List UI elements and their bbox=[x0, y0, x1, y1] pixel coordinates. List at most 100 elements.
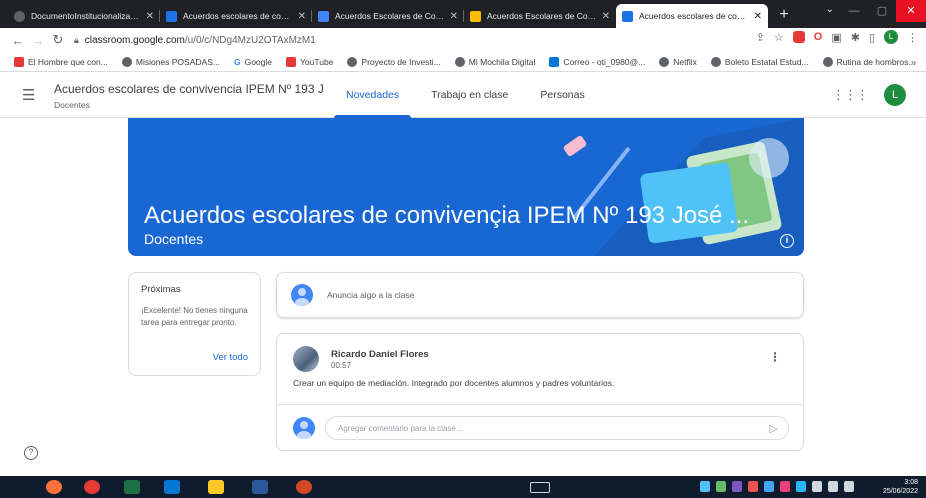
globe-icon bbox=[121, 56, 132, 67]
tab-personas[interactable]: Personas bbox=[524, 72, 600, 118]
tab-close-icon[interactable]: ✕ bbox=[146, 11, 154, 22]
volume-icon[interactable] bbox=[844, 481, 854, 492]
bookmark-item[interactable]: YouTube bbox=[286, 56, 333, 67]
tab-close-icon[interactable]: ✕ bbox=[754, 11, 762, 22]
tab-close-icon[interactable]: ✕ bbox=[450, 11, 458, 22]
bookmark-label: Mi Mochila Digital bbox=[468, 56, 536, 67]
help-icon[interactable]: ? bbox=[24, 446, 38, 460]
screen-capture-icon[interactable]: ▣ bbox=[831, 31, 841, 44]
browser-tab-active[interactable]: Acuerdos escolares de convive ✕ bbox=[616, 4, 768, 28]
drive-favicon-icon bbox=[470, 10, 481, 22]
upcoming-card: Próximas ¡Excelente! No tienes ninguna t… bbox=[128, 272, 261, 376]
reload-icon[interactable]: ↻ bbox=[48, 32, 68, 48]
forward-icon[interactable]: → bbox=[28, 33, 48, 48]
network-icon[interactable] bbox=[828, 481, 838, 492]
new-tab-icon[interactable]: + bbox=[772, 4, 796, 28]
tray-app-icon[interactable] bbox=[716, 481, 726, 492]
powerpoint-icon[interactable] bbox=[296, 480, 312, 494]
bookmark-item[interactable]: Netflix bbox=[659, 56, 697, 67]
sidepanel-icon[interactable]: ▯ bbox=[869, 31, 875, 44]
bookmark-item[interactable]: Proyecto de Investi... bbox=[347, 56, 441, 67]
maximize-icon[interactable]: ▢ bbox=[868, 0, 896, 22]
share-icon[interactable]: ⇪ bbox=[756, 31, 765, 44]
excel-icon[interactable] bbox=[124, 480, 140, 494]
info-icon[interactable]: i bbox=[780, 234, 794, 248]
bookmark-item[interactable]: Boleto Estatal Estud... bbox=[710, 56, 809, 67]
tray-app-icon[interactable] bbox=[748, 481, 758, 492]
bookmark-item[interactable]: Correo - oti_0980@... bbox=[549, 56, 645, 67]
tab-trabajo-en-clase[interactable]: Trabajo en clase bbox=[415, 72, 524, 118]
course-section: Docentes bbox=[54, 100, 90, 110]
wifi-icon[interactable] bbox=[812, 481, 822, 492]
profile-avatar[interactable]: L bbox=[884, 30, 898, 44]
globe-icon bbox=[347, 56, 358, 67]
bookmark-item[interactable]: Rutina de hombros... bbox=[822, 56, 915, 67]
announce-box[interactable]: Anuncia algo a la clase bbox=[276, 272, 804, 318]
user-avatar-icon bbox=[293, 417, 315, 439]
clock-time: 3:08 bbox=[904, 479, 918, 486]
bookmark-item[interactable]: G Google bbox=[234, 57, 272, 67]
classroom-favicon-icon bbox=[622, 10, 633, 22]
puzzle-icon[interactable]: ✱ bbox=[851, 31, 860, 44]
tray-app-icon[interactable] bbox=[796, 481, 806, 492]
browser-tab[interactable]: Acuerdos Escolares de Conviv ✕ bbox=[312, 4, 464, 28]
tab-novedades[interactable]: Novedades bbox=[330, 72, 415, 118]
outlook-icon[interactable] bbox=[164, 480, 180, 494]
upcoming-text: ¡Excelente! No tienes ninguna tarea para… bbox=[141, 306, 248, 327]
bookmark-label: Google bbox=[244, 56, 272, 67]
browser-tab[interactable]: Acuerdos escolares de convive ✕ bbox=[160, 4, 312, 28]
banner-illustration bbox=[563, 118, 804, 256]
opera-icon[interactable] bbox=[84, 480, 100, 494]
bookmark-label: Proyecto de Investi... bbox=[361, 56, 441, 67]
tray-app-icon[interactable] bbox=[732, 481, 742, 492]
window-close-icon[interactable]: ✕ bbox=[896, 0, 926, 22]
touch-keyboard-icon[interactable] bbox=[530, 482, 550, 493]
banner-subtitle: Docentes bbox=[144, 231, 204, 247]
course-title[interactable]: Acuerdos escolares de convivencia IPEM N… bbox=[54, 82, 324, 96]
bookmark-item[interactable]: Mi Mochila Digital bbox=[454, 56, 536, 67]
tab-close-icon[interactable]: ✕ bbox=[602, 11, 610, 22]
classroom-nav-tabs: Novedades Trabajo en clase Personas bbox=[330, 72, 601, 118]
send-icon[interactable]: ▷ bbox=[770, 422, 778, 435]
url-path: /u/0/c/NDg4MzU2OTAxMzM1 bbox=[184, 34, 316, 46]
globe-icon bbox=[659, 56, 670, 67]
bookmark-label: Misiones POSADAS... bbox=[135, 56, 220, 67]
firefox-icon[interactable] bbox=[46, 480, 62, 494]
browser-tab[interactable]: Acuerdos Escolares de Convive ✕ bbox=[464, 4, 616, 28]
tab-title: Acuerdos Escolares de Conviv bbox=[335, 11, 446, 21]
address-bar-row: ← → ↻ 🔒︎ classroom.google.com/u/0/c/NDg4… bbox=[0, 28, 926, 52]
file-explorer-icon[interactable] bbox=[208, 480, 224, 494]
user-avatar-icon bbox=[291, 284, 313, 306]
bookmark-label: Boleto Estatal Estud... bbox=[724, 56, 809, 67]
system-clock[interactable]: 3:08 25/06/2022 bbox=[883, 478, 918, 496]
word-icon[interactable] bbox=[252, 480, 268, 494]
bookmark-label: El Hombre que con... bbox=[28, 56, 108, 67]
extension-icon[interactable] bbox=[792, 31, 805, 43]
google-apps-icon[interactable]: ⋮⋮⋮ bbox=[832, 87, 869, 103]
docs-favicon-icon bbox=[318, 10, 329, 22]
google-icon: G bbox=[233, 56, 241, 67]
author-avatar bbox=[293, 346, 319, 372]
tray-app-icon[interactable] bbox=[700, 481, 710, 492]
tab-close-icon[interactable]: ✕ bbox=[298, 11, 306, 22]
stream-post: Ricardo Daniel Flores 00:57 ⋮ Crear un e… bbox=[276, 333, 804, 451]
more-options-icon[interactable]: ⋮ bbox=[769, 350, 781, 364]
tab-search-chevron-icon[interactable]: ⌄ bbox=[826, 4, 834, 15]
browser-menu-icon[interactable]: ⋮ bbox=[907, 31, 918, 44]
account-avatar[interactable]: L bbox=[884, 84, 906, 106]
bookmark-item[interactable]: Misiones POSADAS... bbox=[121, 56, 220, 67]
url-field[interactable]: 🔒︎ classroom.google.com/u/0/c/NDg4MzU2OT… bbox=[74, 30, 554, 50]
opera-extension-icon[interactable]: O bbox=[814, 31, 823, 43]
comment-input[interactable]: Agregar comentario para la clase... ▷ bbox=[325, 416, 789, 440]
hamburger-menu-icon[interactable]: ☰ bbox=[22, 86, 35, 104]
bookmark-star-icon[interactable]: ☆ bbox=[774, 31, 784, 44]
tray-app-icon[interactable] bbox=[764, 481, 774, 492]
tray-app-icon[interactable] bbox=[780, 481, 790, 492]
browser-tab[interactable]: DocumentoInstitucionalizacion ✕ bbox=[8, 4, 160, 28]
bookmark-item[interactable]: El Hombre que con... bbox=[14, 56, 108, 67]
view-all-link[interactable]: Ver todo bbox=[213, 352, 248, 363]
back-icon[interactable]: ← bbox=[8, 33, 28, 48]
minimize-icon[interactable]: — bbox=[840, 0, 868, 22]
clock-date: 25/06/2022 bbox=[882, 488, 918, 495]
bookmarks-overflow-icon[interactable]: » bbox=[911, 57, 916, 67]
